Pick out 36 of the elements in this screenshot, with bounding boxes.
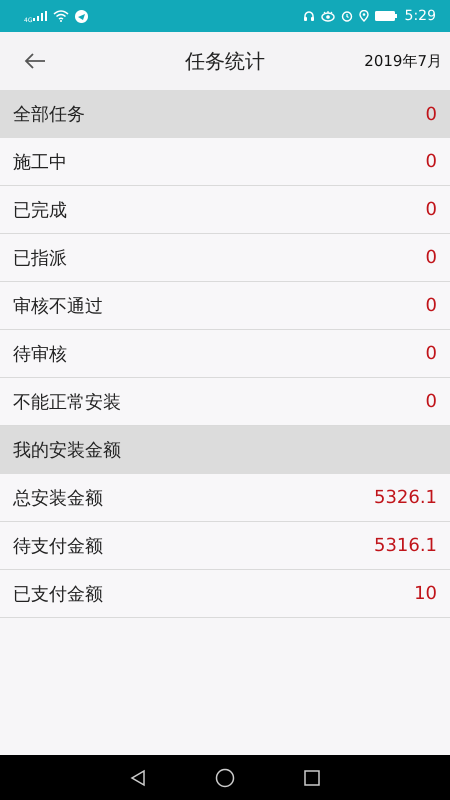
alarm-icon [340,10,353,22]
row-value: 0 [426,199,437,220]
month-selector[interactable]: 2019年7月 [364,52,442,70]
row-label: 已完成 [13,198,67,222]
row-label: 总安装金额 [13,486,103,510]
row-value: 0 [426,295,437,316]
app-icon [75,10,88,22]
home-nav-icon[interactable] [215,768,235,788]
row-value: 0 [426,247,437,268]
row-value: 10 [414,583,437,604]
row-value: 0 [426,343,437,364]
eye-icon [320,10,335,22]
recents-nav-icon[interactable] [303,768,321,786]
row-label: 已支付金额 [13,582,103,606]
row-value: 0 [426,391,437,412]
row-value: 5316.1 [374,535,437,556]
headphones-icon [302,10,315,22]
back-arrow-icon [24,53,46,69]
location-icon [358,10,369,22]
section-title: 我的安装金额 [13,439,121,462]
section-count: 0 [426,104,437,124]
row-label: 待支付金额 [13,534,103,558]
back-nav-icon[interactable] [129,768,147,786]
row-value: 0 [426,151,437,172]
section-title: 全部任务 [13,103,85,126]
battery-icon [374,11,397,21]
page-title: 任务统计 [185,48,265,74]
row-value: 5326.1 [374,487,437,508]
row-label: 审核不通过 [13,294,103,318]
row-label: 不能正常安装 [13,390,121,414]
row-label: 待审核 [13,342,67,366]
row-label: 已指派 [13,246,67,270]
wifi-icon [53,10,70,22]
row-label: 施工中 [13,150,67,174]
clock-time: 5:29 [404,8,436,24]
signal-icon [33,11,48,21]
